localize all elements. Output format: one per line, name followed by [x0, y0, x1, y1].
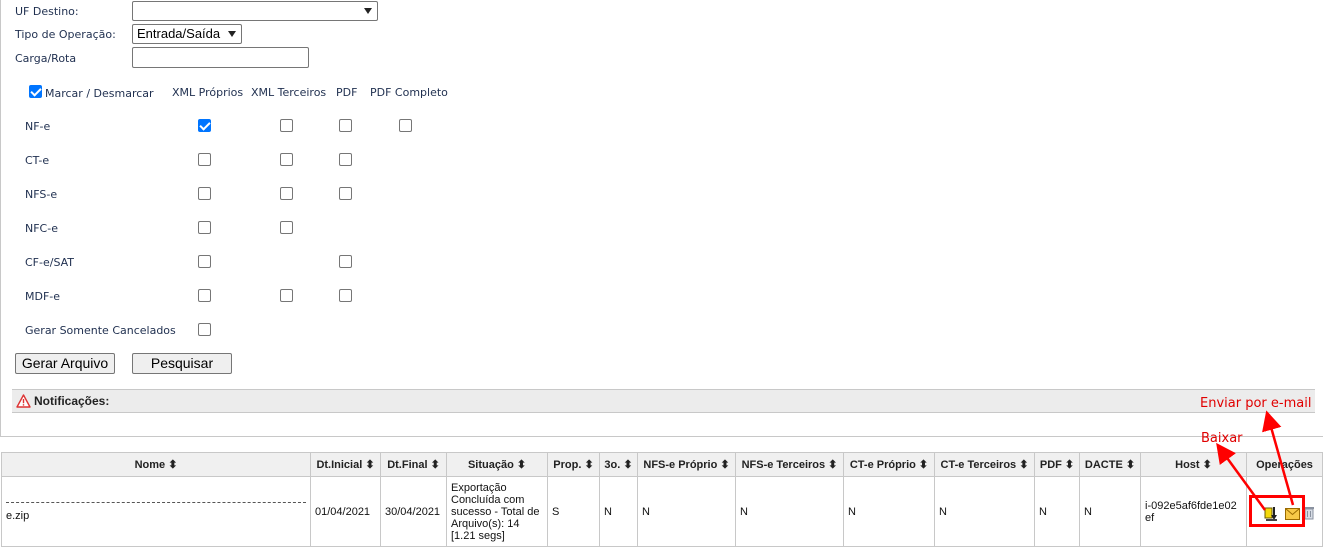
annotation-arrows — [1216, 410, 1295, 511]
